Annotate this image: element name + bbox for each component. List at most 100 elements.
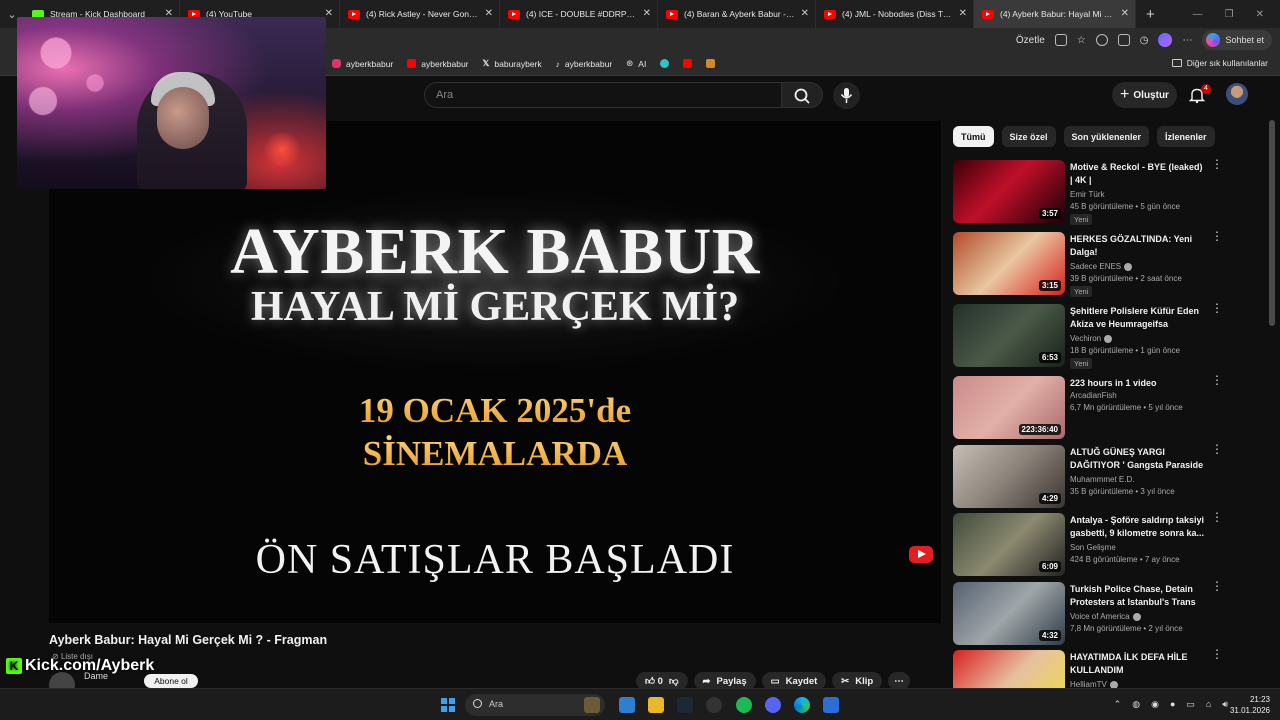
windows-start-icon[interactable] xyxy=(441,698,455,712)
history-icon[interactable]: ◷ xyxy=(1140,35,1149,46)
recommendation-channel[interactable]: Vechiron xyxy=(1070,334,1113,343)
recommendation-card[interactable]: 3:15 HERKES GÖZALTINDA: Yeni Dalga! Sadece… xyxy=(953,230,1223,297)
recommendation-title[interactable]: Şehitlere Polislere Küfür Eden Akiza ve … xyxy=(1070,305,1205,330)
recommendation-title[interactable]: Motive & Reckol - BYE (leaked) | 4K | xyxy=(1070,161,1205,186)
bookmark-ai[interactable]: ⊛ AI xyxy=(626,58,646,69)
video-thumbnail[interactable]: 3:15 xyxy=(953,232,1065,295)
video-thumbnail[interactable]: 6:09 xyxy=(953,513,1065,576)
video-player[interactable]: AYBERK BABUR HAYAL Mİ GERÇEK Mİ? 19 OCAK… xyxy=(49,121,941,623)
tray-chevron-icon[interactable]: ⌃ xyxy=(1114,699,1122,710)
more-options-icon[interactable]: ⋮ xyxy=(1211,374,1223,386)
recommendation-channel[interactable]: Muhammmet E.D. xyxy=(1070,475,1134,484)
recommendation-title[interactable]: Turkish Police Chase, Detain Protesters … xyxy=(1070,583,1205,608)
more-options-icon[interactable]: ⋮ xyxy=(1211,443,1223,455)
recommendation-card[interactable]: 4:32 Turkish Police Chase, Detain Protest… xyxy=(953,580,1223,646)
recommendation-card[interactable]: 6:09 Antalya - Şoföre saldırıp taksiyi ga… xyxy=(953,511,1223,577)
more-options-icon[interactable]: ⋮ xyxy=(1211,580,1223,592)
network-icon[interactable]: ⌂ xyxy=(1206,699,1211,710)
summarize-button[interactable]: Özetle xyxy=(1016,35,1045,46)
recommendation-title[interactable]: HAYATIMDA İLK DEFA HİLE KULLANDIM xyxy=(1070,651,1205,676)
close-tab-icon[interactable]: ✕ xyxy=(801,8,809,19)
tab-rick-astley[interactable]: (4) Rick Astley - Never Gonna Give You U… xyxy=(340,0,500,28)
collections-icon[interactable] xyxy=(1117,34,1130,46)
copilot-button[interactable]: Sohbet et xyxy=(1202,30,1272,50)
more-options-icon[interactable]: ⋮ xyxy=(1211,648,1223,660)
tab-baran-ayberk[interactable]: (4) Baran & Ayberk Babur - Gang ✕ xyxy=(658,0,816,28)
discord-icon[interactable] xyxy=(765,697,781,713)
video-thumbnail[interactable]: 6:53 xyxy=(953,304,1065,367)
voice-search-button[interactable] xyxy=(833,82,860,109)
profile-icon[interactable] xyxy=(1158,33,1173,47)
more-options-icon[interactable]: ⋮ xyxy=(1211,158,1223,170)
close-window-icon[interactable]: ✕ xyxy=(1256,9,1264,20)
chip-all[interactable]: Tümü xyxy=(953,126,994,147)
chip-watched[interactable]: İzlenenler xyxy=(1157,126,1215,147)
bookmark-tiktok[interactable]: ♪ ayberkbabur xyxy=(556,59,613,69)
tab-ayberk-babur-active[interactable]: (4) Ayberk Babur: Hayal Mi Gerçek Mi ✕ xyxy=(974,0,1136,28)
bookmark-cloud[interactable] xyxy=(660,59,670,68)
taskbar-clock[interactable]: 21:23 31.01.2026 xyxy=(1230,694,1270,716)
tab-jml-nobodies[interactable]: (4) JML - Nobodies (Diss Track) #D ✕ xyxy=(816,0,974,28)
search-input[interactable]: Ara xyxy=(424,82,781,108)
spotify-icon[interactable] xyxy=(736,697,752,713)
recommendation-channel[interactable]: Emir Türk xyxy=(1070,190,1105,199)
refresh-icon[interactable] xyxy=(1095,34,1108,46)
recommendation-card[interactable]: 6:53 Şehitlere Polislere Küfür Eden Akiza… xyxy=(953,302,1223,369)
more-options-icon[interactable]: ⋮ xyxy=(1211,302,1223,314)
chip-for-you[interactable]: Size özel xyxy=(1001,126,1056,147)
bookmark-youtube-2[interactable] xyxy=(683,59,693,68)
recommendation-card[interactable]: 4:29 ALTUĞ GÜNEŞ YARGI DAĞITIYOR ' Gangst… xyxy=(953,443,1223,509)
dislike-icon[interactable]: 👎︎ xyxy=(669,675,679,687)
bookmark-x[interactable]: 𝕏 baburayberk xyxy=(483,58,542,69)
more-options-icon[interactable]: ⋮ xyxy=(1211,230,1223,242)
like-button[interactable]: 👍︎ 0 xyxy=(645,675,663,687)
edge-browser-icon[interactable] xyxy=(794,697,810,713)
other-bookmarks[interactable]: Diğer sık kullanılanlar xyxy=(1171,58,1268,68)
recommendation-title[interactable]: ALTUĞ GÜNEŞ YARGI DAĞITIYOR ' Gangsta Pa… xyxy=(1070,446,1205,471)
close-tab-icon[interactable]: ✕ xyxy=(485,8,493,19)
file-explorer-icon[interactable] xyxy=(648,697,664,713)
bookmark-instagram[interactable]: ayberkbabur xyxy=(332,59,393,69)
close-tab-icon[interactable]: ✕ xyxy=(643,8,651,19)
photos-app-icon[interactable] xyxy=(619,697,635,713)
obs-icon[interactable] xyxy=(706,697,722,713)
bookmark-youtube[interactable]: ayberkbabur xyxy=(407,59,469,69)
recommendation-title[interactable]: HERKES GÖZALTINDA: Yeni Dalga! xyxy=(1070,233,1205,258)
recommendation-channel[interactable]: ArcadianFish xyxy=(1070,391,1117,400)
chip-recently-uploaded[interactable]: Son yüklenenler xyxy=(1063,126,1150,147)
video-thumbnail[interactable]: 223:36:40 xyxy=(953,376,1065,439)
recommendation-channel[interactable]: Voice of America xyxy=(1070,612,1141,621)
extensions-icon[interactable] xyxy=(1054,34,1067,46)
display-icon[interactable]: ▭ xyxy=(1186,699,1195,710)
search-button[interactable] xyxy=(781,82,823,108)
bookmark-misc[interactable] xyxy=(706,59,716,68)
recommendation-channel[interactable]: Son Gelişme xyxy=(1070,543,1116,552)
restore-icon[interactable]: ❐ xyxy=(1225,9,1234,20)
notepad-icon[interactable] xyxy=(823,697,839,713)
youtube-watermark-icon[interactable] xyxy=(909,546,933,563)
more-menu-icon[interactable]: ⋯ xyxy=(1182,35,1192,46)
recommendation-title[interactable]: Antalya - Şoföre saldırıp taksiyi gasbet… xyxy=(1070,514,1205,539)
account-avatar[interactable] xyxy=(1226,83,1248,105)
new-tab-button[interactable]: + xyxy=(1136,6,1165,23)
create-button[interactable]: + Oluştur xyxy=(1112,82,1177,108)
more-options-icon[interactable]: ⋮ xyxy=(1211,511,1223,523)
close-tab-icon[interactable]: ✕ xyxy=(1121,8,1129,19)
recommendation-channel[interactable]: Sadece ENES xyxy=(1070,262,1133,271)
discord-tray-icon[interactable]: ◉ xyxy=(1151,699,1159,710)
steam-icon[interactable] xyxy=(677,697,693,713)
search-highlight-icon[interactable] xyxy=(584,697,600,713)
video-thumbnail[interactable]: 4:29 xyxy=(953,445,1065,508)
tab-ice-double[interactable]: (4) ICE - DOUBLE #DDRP - YouTube ✕ xyxy=(500,0,658,28)
subscribe-button[interactable]: Abone ol xyxy=(144,674,198,688)
microphone-tray-icon[interactable]: ● xyxy=(1170,699,1175,710)
video-thumbnail[interactable]: 4:32 xyxy=(953,582,1065,645)
volume-icon[interactable]: 🔊︎ xyxy=(1222,699,1228,710)
sidebar-scrollbar[interactable] xyxy=(1269,120,1275,326)
recommendation-card[interactable]: 3:57 Motive & Reckol - BYE (leaked) | 4K … xyxy=(953,158,1223,225)
recommendation-card[interactable]: 223:36:40 223 hours in 1 video ArcadianFis… xyxy=(953,374,1223,440)
audio-tray-icon[interactable]: ◍ xyxy=(1132,699,1140,710)
minimize-icon[interactable]: — xyxy=(1193,9,1203,20)
favorite-star-icon[interactable]: ☆ xyxy=(1077,35,1086,46)
close-tab-icon[interactable]: ✕ xyxy=(959,8,967,19)
